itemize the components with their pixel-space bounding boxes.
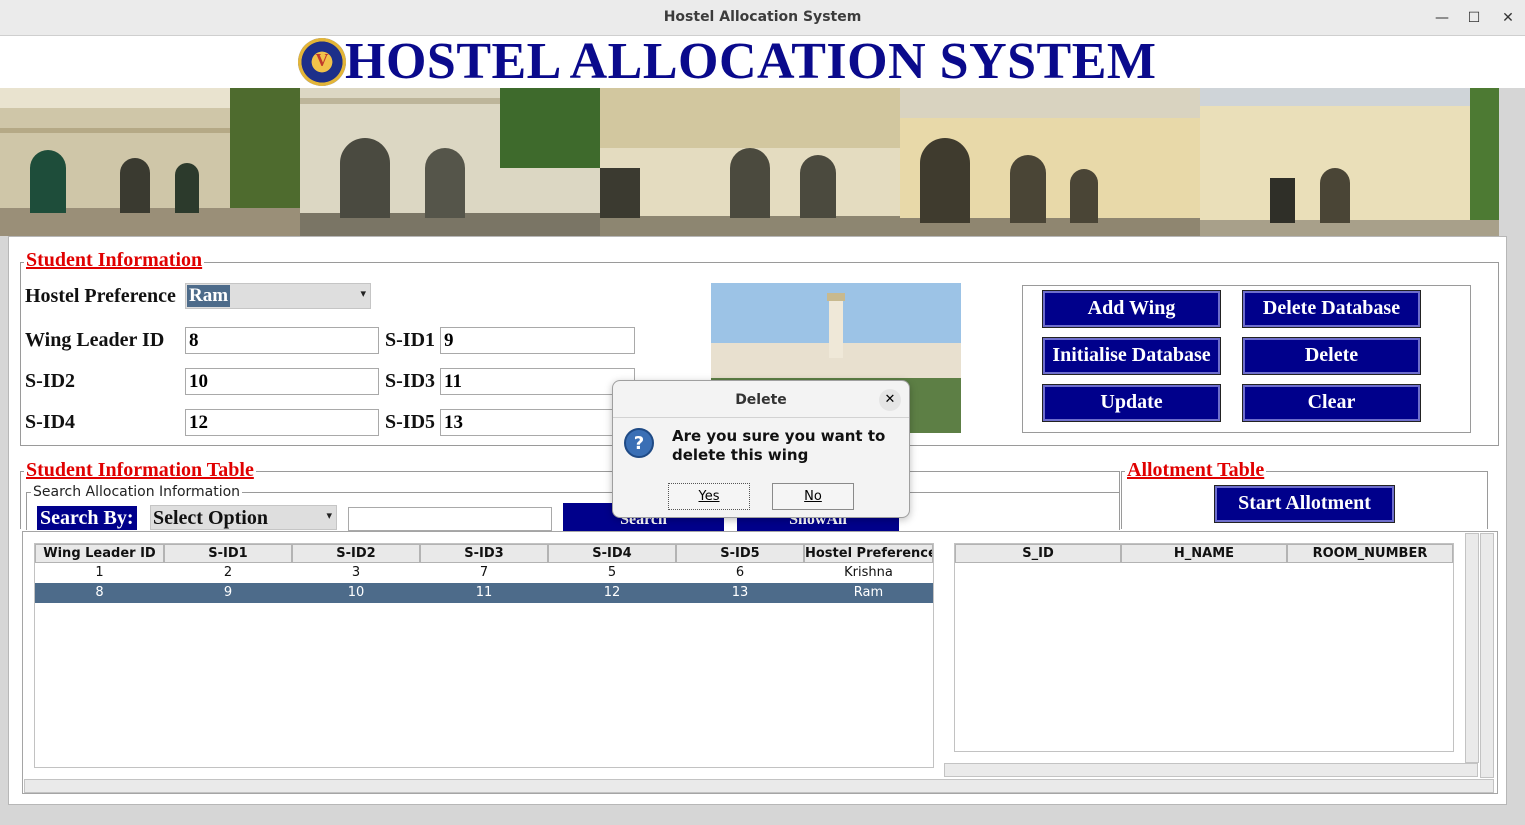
close-window-icon[interactable]: ✕: [1498, 8, 1518, 28]
table-cell: 12: [603, 585, 621, 600]
sid3-field[interactable]: 11: [440, 368, 635, 395]
table-cell: 2: [223, 565, 233, 580]
dialog-message-line2: delete this wing: [672, 446, 809, 464]
allotment-table: [954, 543, 1454, 752]
initialise-database-button[interactable]: Initialise Database: [1042, 337, 1221, 375]
sid4-field[interactable]: 12: [185, 409, 379, 436]
chevron-down-icon: ▾: [360, 287, 366, 300]
search-by-label: Search By:: [37, 506, 137, 530]
sid4-label: S-ID4: [25, 411, 76, 433]
col-sid3[interactable]: S-ID3: [420, 544, 548, 563]
table-cell: 1: [95, 565, 104, 580]
outer-vertical-scrollbar[interactable]: [1480, 533, 1494, 778]
hostel-photo-4: [900, 88, 1200, 236]
window-title: Hostel Allocation System: [663, 9, 862, 25]
allotment-horizontal-scrollbar[interactable]: [944, 763, 1478, 777]
col-sid4[interactable]: S-ID4: [548, 544, 676, 563]
start-allotment-button[interactable]: Start Allotment: [1214, 485, 1395, 523]
wing-leader-field[interactable]: 8: [185, 327, 379, 354]
wing-leader-label: Wing Leader ID: [25, 329, 165, 351]
col-room-number[interactable]: ROOM_NUMBER: [1287, 544, 1453, 563]
yes-button[interactable]: Yes: [668, 483, 750, 510]
question-icon: ?: [623, 427, 655, 459]
dialog-divider: [613, 417, 909, 418]
table-cell: Ram: [853, 585, 884, 600]
clear-button[interactable]: Clear: [1242, 384, 1421, 422]
table-row-selected[interactable]: 8 9 10 11 12 13 Ram: [35, 583, 933, 603]
table-cell: 8: [95, 585, 104, 600]
close-icon[interactable]: ✕: [879, 389, 901, 411]
maximize-icon[interactable]: ☐: [1464, 8, 1484, 28]
search-group-label: Search Allocation Information: [31, 484, 243, 500]
table-cell: 3: [351, 565, 361, 580]
allotment-vertical-scrollbar[interactable]: [1465, 533, 1479, 763]
hostel-pref-label: Hostel Preference: [25, 285, 176, 307]
delete-confirm-dialog: Delete ✕ ? Are you sure you want to dele…: [612, 380, 910, 518]
student-info-heading: Student Information: [24, 249, 205, 272]
add-wing-button[interactable]: Add Wing: [1042, 290, 1221, 328]
hostel-photo-1: [0, 88, 300, 236]
sid2-label: S-ID2: [25, 370, 76, 392]
hostel-pref-value: Ram: [187, 285, 231, 307]
delete-button[interactable]: Delete: [1242, 337, 1421, 375]
dialog-message-line1: Are you sure you want to: [672, 427, 886, 445]
table-cell: 10: [347, 585, 365, 600]
sid5-field[interactable]: 13: [440, 409, 635, 436]
table-cell: 11: [475, 585, 493, 600]
table-cell: 7: [479, 565, 489, 580]
hostel-photo-5: [1200, 88, 1499, 236]
dialog-message: Are you sure you want to delete this win…: [672, 427, 885, 465]
outer-horizontal-scrollbar[interactable]: [24, 779, 1494, 793]
svg-text:?: ?: [634, 433, 644, 454]
hostel-pref-select[interactable]: Ram ▾: [185, 283, 371, 309]
dialog-title: Delete: [735, 392, 787, 408]
search-option-value: Select Option: [153, 507, 268, 529]
sid3-label: S-ID3: [385, 370, 436, 392]
hostel-photo-2: [300, 88, 600, 236]
minimize-icon[interactable]: —: [1432, 8, 1452, 28]
window-titlebar: Hostel Allocation System — ☐ ✕: [0, 0, 1525, 36]
table-cell: 5: [607, 565, 617, 580]
sid1-label: S-ID1: [385, 329, 436, 351]
table-cell: 6: [735, 565, 745, 580]
col-hostel-pref[interactable]: Hostel Preference: [804, 544, 933, 563]
col-sid2[interactable]: S-ID2: [292, 544, 420, 563]
app-title: HOSTEL ALLOCATION SYSTEM: [345, 33, 1157, 90]
hostel-photo-3: [600, 88, 900, 236]
table-cell: 9: [223, 585, 233, 600]
search-input[interactable]: [348, 507, 552, 531]
table-cell: 13: [731, 585, 749, 600]
col-s-id[interactable]: S_ID: [955, 544, 1121, 563]
delete-database-button[interactable]: Delete Database: [1242, 290, 1421, 328]
sid1-field[interactable]: 9: [440, 327, 635, 354]
update-button[interactable]: Update: [1042, 384, 1221, 422]
chevron-down-icon: ▾: [326, 509, 332, 522]
col-h-name[interactable]: H_NAME: [1121, 544, 1287, 563]
student-table-heading: Student Information Table: [24, 459, 256, 482]
col-wing-leader[interactable]: Wing Leader ID: [35, 544, 164, 563]
no-button[interactable]: No: [772, 483, 854, 510]
sid5-label: S-ID5: [385, 411, 436, 433]
col-sid1[interactable]: S-ID1: [164, 544, 292, 563]
col-sid5[interactable]: S-ID5: [676, 544, 804, 563]
table-cell: Krishna: [844, 565, 893, 580]
allotment-heading: Allotment Table: [1125, 459, 1267, 482]
sid2-field[interactable]: 10: [185, 368, 379, 395]
table-row[interactable]: 1 2 3 7 5 6 Krishna: [35, 563, 933, 583]
institute-logo: V: [298, 38, 346, 86]
search-option-select[interactable]: Select Option ▾: [150, 505, 337, 530]
